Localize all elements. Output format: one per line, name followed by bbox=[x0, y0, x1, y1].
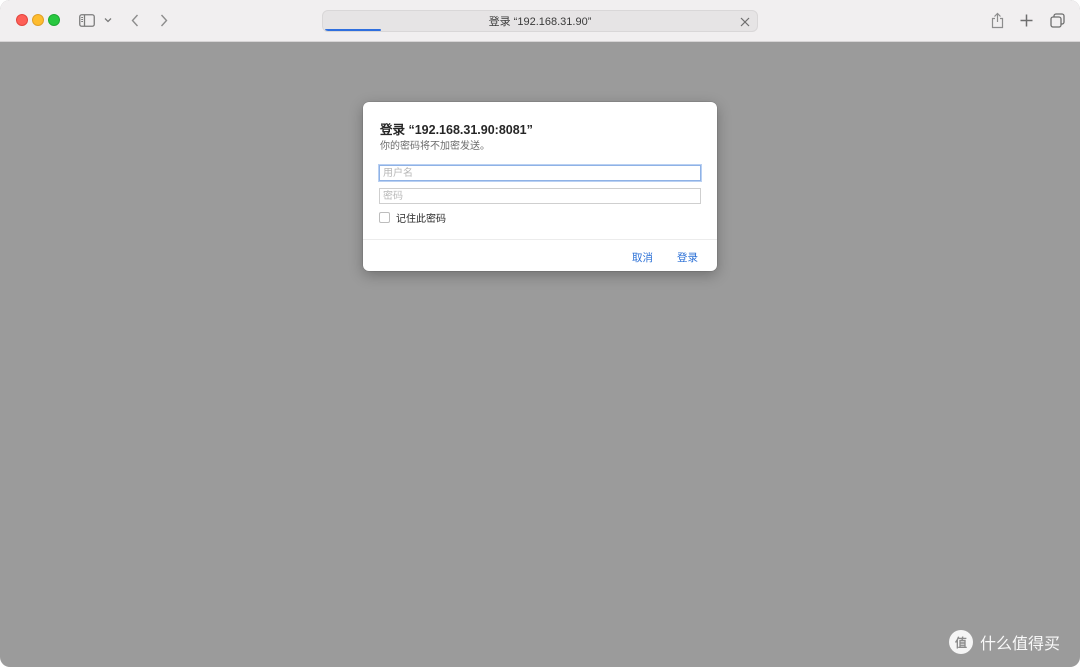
address-bar-text: 登录 “192.168.31.90” bbox=[488, 16, 592, 28]
sidebar-icon[interactable] bbox=[78, 10, 96, 30]
address-bar[interactable]: 登录 “192.168.31.90” bbox=[322, 10, 758, 32]
remember-password-option[interactable]: 记住此密码 bbox=[379, 210, 446, 225]
zoom-window-button[interactable] bbox=[48, 14, 60, 26]
login-dialog: 登录 “192.168.31.90:8081” 你的密码将不加密发送。 记住此密… bbox=[363, 102, 717, 271]
minimize-window-button[interactable] bbox=[32, 14, 44, 26]
close-window-button[interactable] bbox=[16, 14, 28, 26]
forward-icon[interactable] bbox=[157, 10, 171, 30]
browser-window: 登录 “192.168.31.90” 登录 “192.168.31.90:808… bbox=[0, 0, 1080, 667]
username-field[interactable] bbox=[379, 165, 701, 181]
back-icon[interactable] bbox=[128, 10, 142, 30]
page-load-progress bbox=[325, 29, 382, 31]
remember-password-label: 记住此密码 bbox=[396, 214, 446, 225]
stop-loading-icon[interactable] bbox=[739, 15, 751, 27]
share-icon[interactable] bbox=[989, 10, 1005, 30]
login-button[interactable]: 登录 bbox=[677, 250, 698, 265]
plus-icon[interactable] bbox=[1018, 10, 1034, 30]
chevron-down-icon[interactable] bbox=[103, 10, 113, 30]
browser-toolbar: 登录 “192.168.31.90” bbox=[0, 0, 1080, 42]
cancel-button[interactable]: 取消 bbox=[632, 250, 653, 265]
remember-password-checkbox[interactable] bbox=[379, 212, 390, 223]
dialog-subtitle: 你的密码将不加密发送。 bbox=[380, 141, 490, 152]
dialog-title: 登录 “192.168.31.90:8081” bbox=[380, 123, 533, 137]
watermark-text: 什么值得买 bbox=[980, 636, 1061, 653]
dialog-divider bbox=[363, 239, 717, 240]
tab-overview-icon[interactable] bbox=[1048, 10, 1066, 30]
watermark-logo: 值 bbox=[949, 630, 973, 654]
watermark: 值 什么值得买 bbox=[949, 630, 1060, 654]
password-field[interactable] bbox=[379, 188, 701, 204]
